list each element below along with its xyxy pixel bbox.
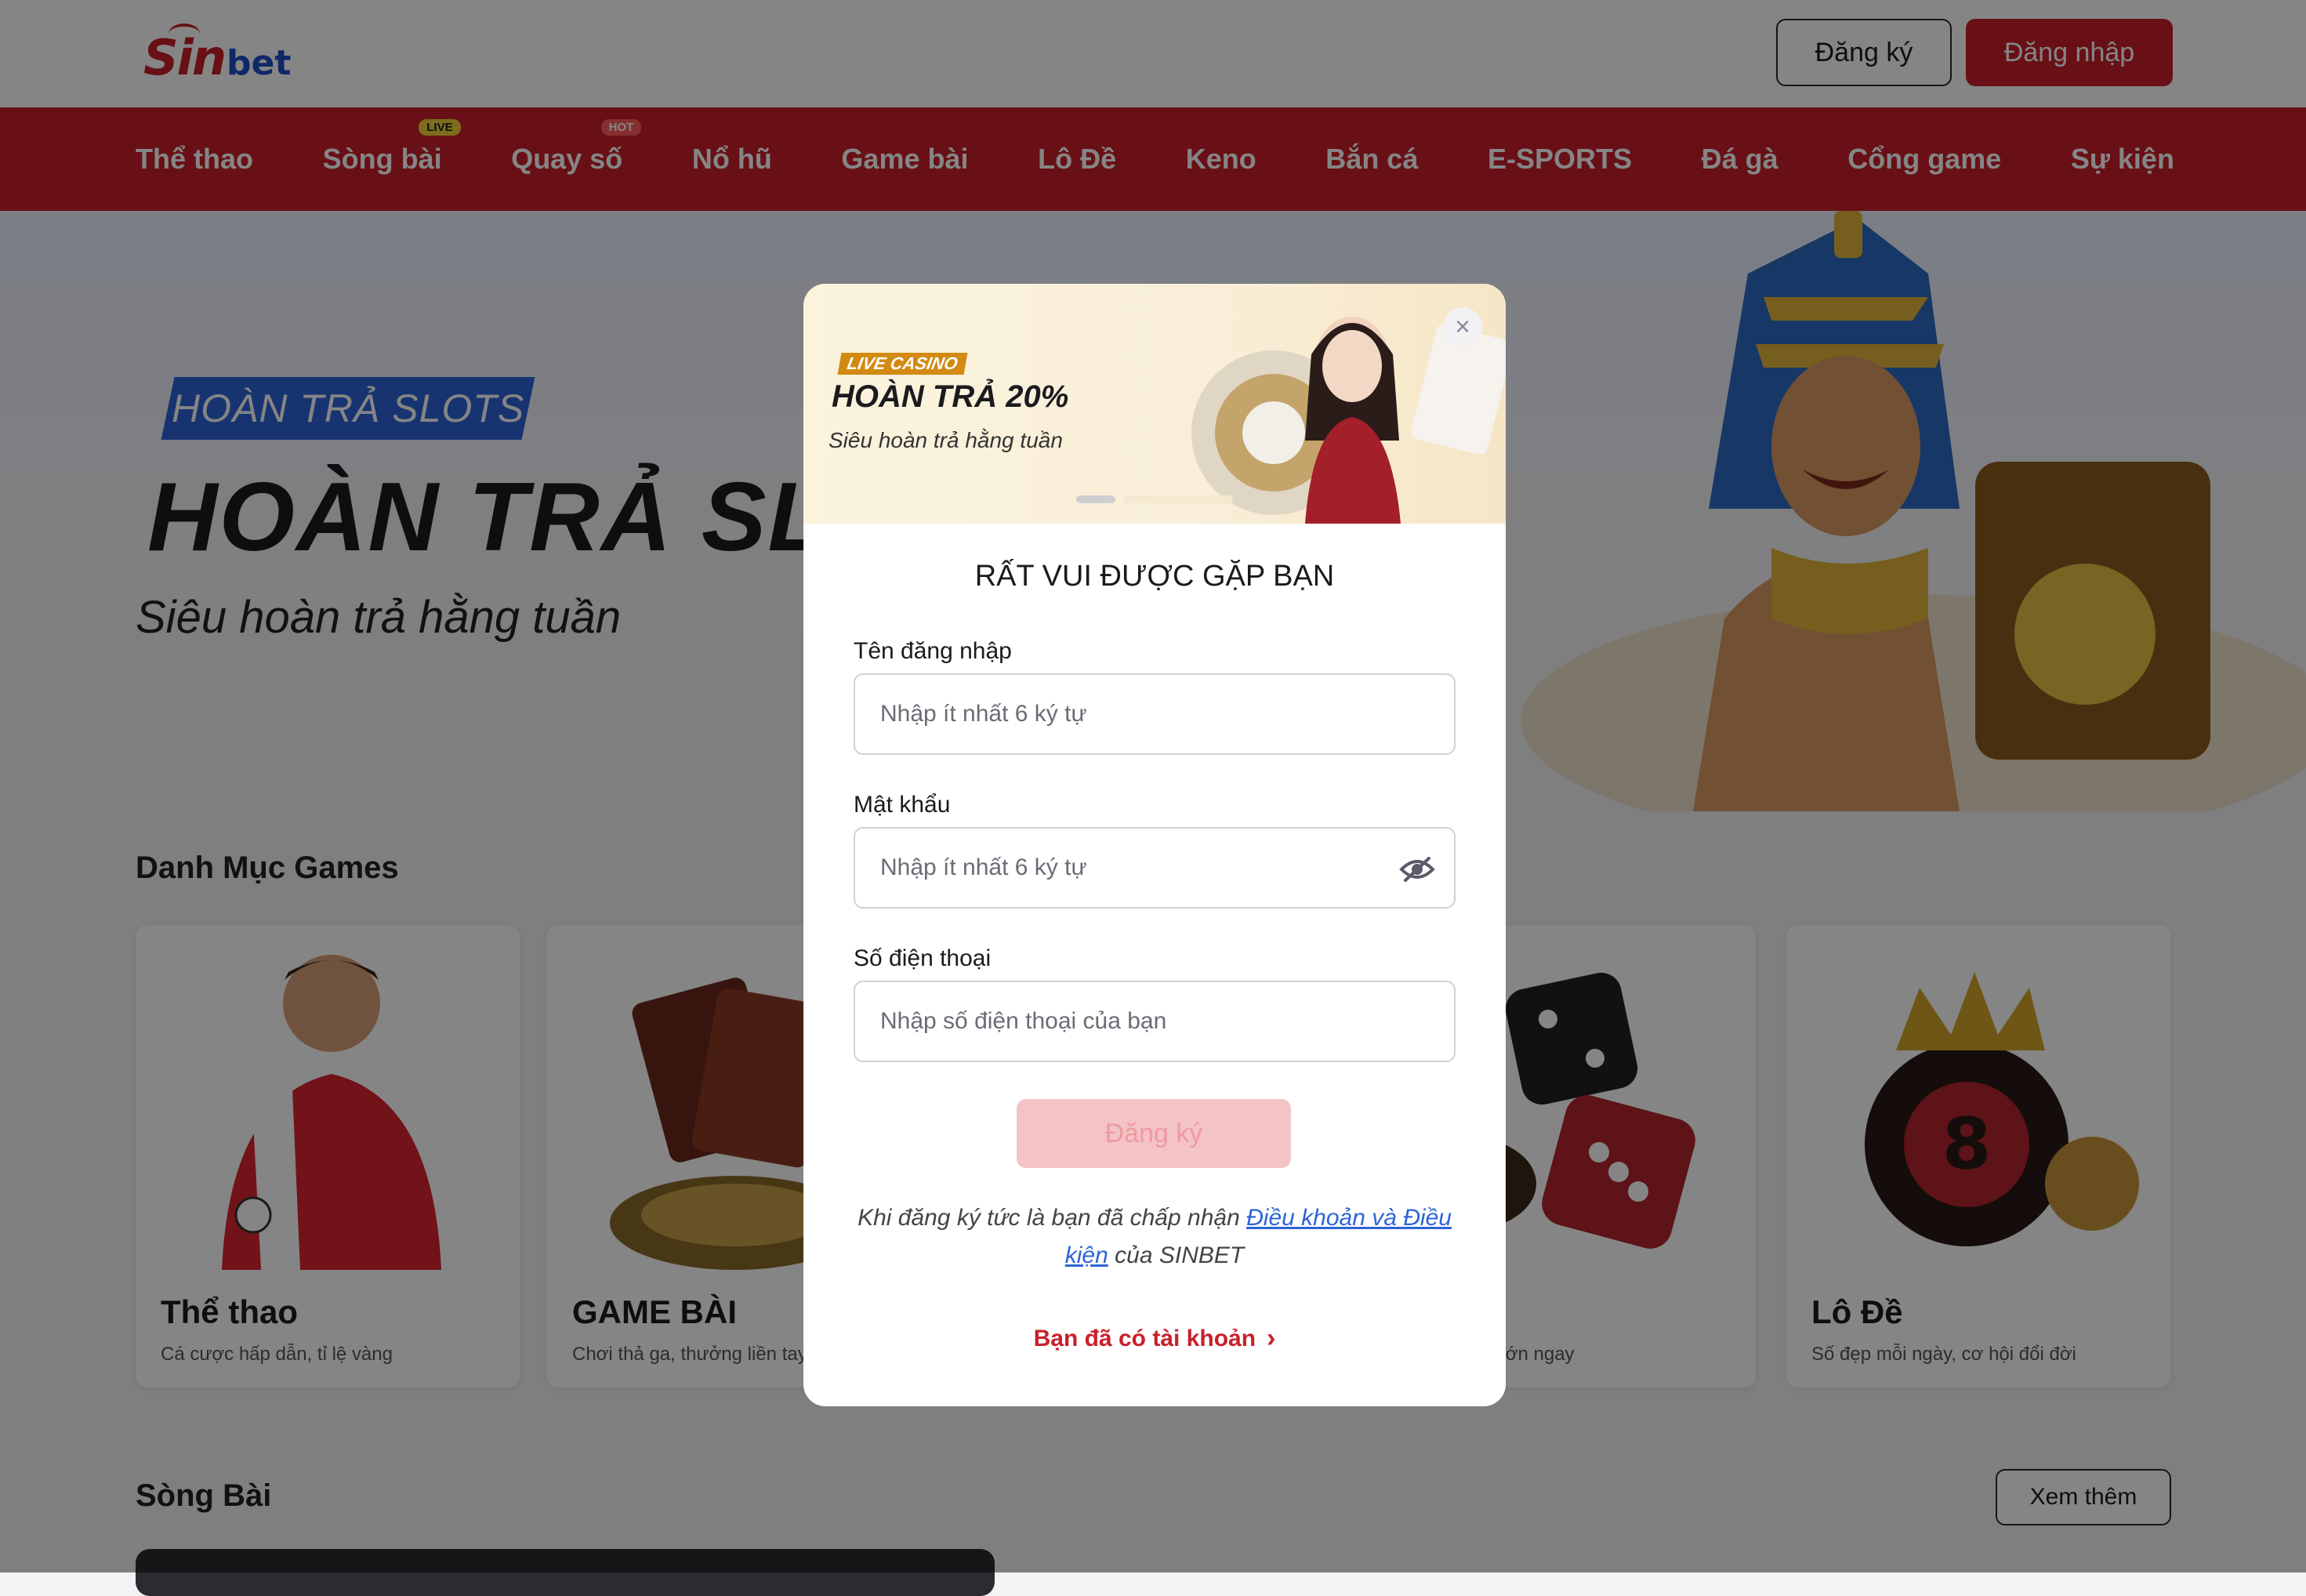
terms-prefix: Khi đăng ký tức là bạn đã chấp nhận: [857, 1205, 1240, 1231]
terms-text: Khi đăng ký tức là bạn đã chấp nhận Điều…: [850, 1199, 1459, 1275]
phone-input[interactable]: Nhập số điện thoại của bạn: [854, 981, 1456, 1062]
close-icon[interactable]: ×: [1443, 307, 1482, 346]
submit-register-button[interactable]: Đăng ký: [1017, 1099, 1291, 1168]
eye-off-icon[interactable]: [1399, 855, 1435, 883]
live-casino-tag: LIVE CASINO: [837, 353, 968, 375]
password-input[interactable]: Nhập ít nhất 6 ký tự: [854, 827, 1456, 909]
phone-placeholder: Nhập số điện thoại của bạn: [880, 1008, 1167, 1034]
username-label: Tên đăng nhập: [854, 638, 1012, 664]
chevron-right-icon: ›: [1267, 1323, 1276, 1353]
banner-title: HOÀN TRẢ 20%: [832, 379, 1069, 414]
register-modal: LIVE CASINO HOÀN TRẢ 20% Siêu hoàn trả h…: [803, 284, 1506, 1406]
promo-banner[interactable]: LIVE CASINO HOÀN TRẢ 20% Siêu hoàn trả h…: [803, 284, 1506, 524]
carousel-dots[interactable]: [1076, 495, 1233, 503]
password-placeholder: Nhập ít nhất 6 ký tự: [880, 854, 1087, 880]
modal-heading: RẤT VUI ĐƯỢC GẶP BẠN: [974, 560, 1335, 593]
banner-subtitle: Siêu hoàn trả hằng tuần: [828, 428, 1063, 452]
password-label: Mật khẩu: [854, 792, 951, 818]
terms-suffix: của SINBET: [1115, 1242, 1245, 1268]
username-placeholder: Nhập ít nhất 6 ký tự: [880, 701, 1087, 727]
have-account-text: Bạn đã có tài khoản: [1033, 1325, 1256, 1351]
have-account-link[interactable]: Bạn đã có tài khoản ›: [803, 1323, 1506, 1354]
username-input[interactable]: Nhập ít nhất 6 ký tự: [854, 673, 1456, 755]
phone-label: Số điện thoại: [854, 945, 992, 971]
